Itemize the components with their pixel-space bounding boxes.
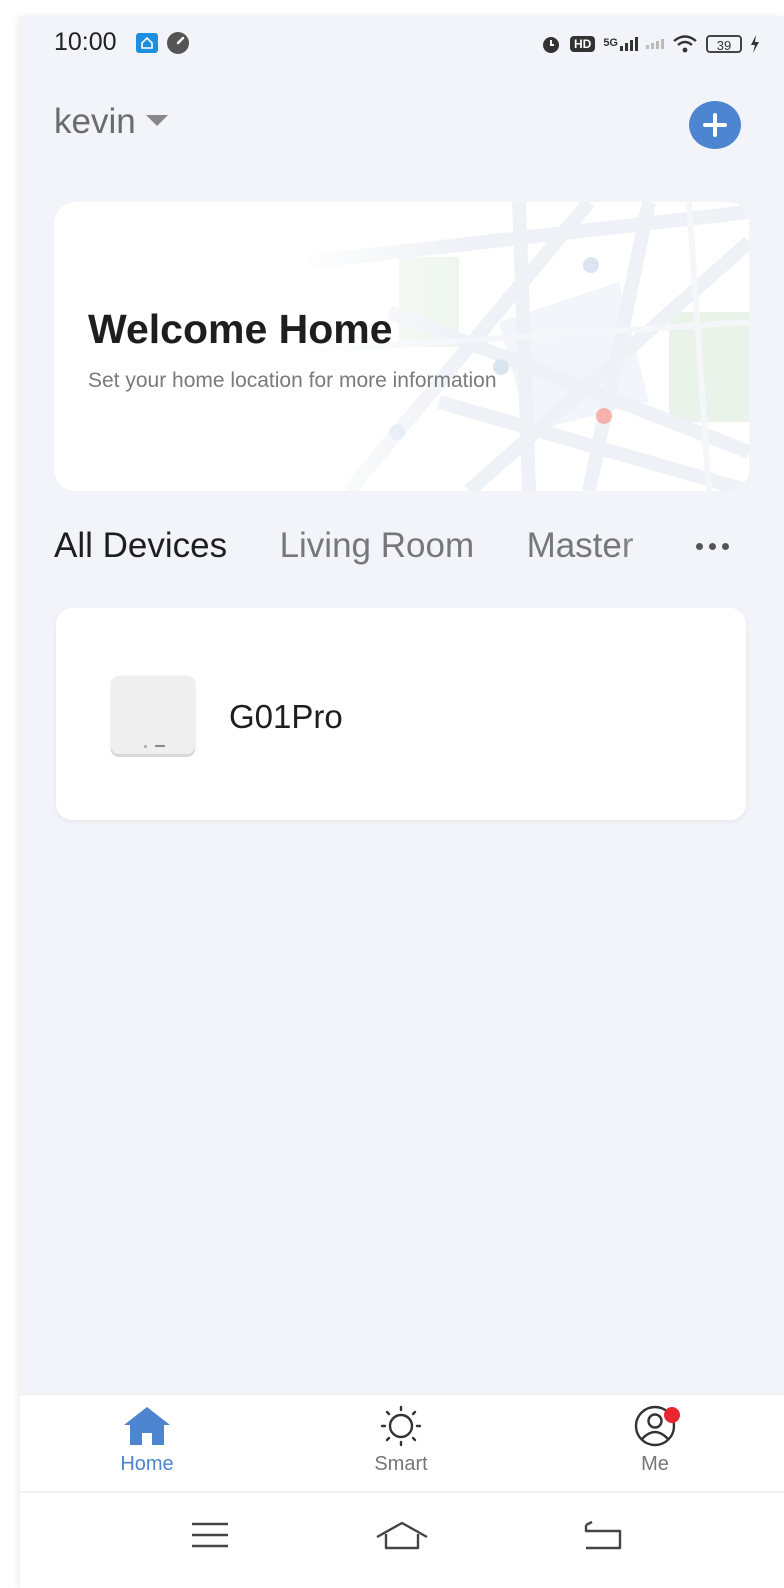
back-icon bbox=[584, 1520, 622, 1550]
nav-me[interactable]: Me bbox=[595, 1405, 715, 1489]
charging-icon bbox=[751, 35, 759, 53]
status-bar: 10:00 HD 5G 39 bbox=[20, 16, 784, 72]
app-screen: 10:00 HD 5G 39 kevin Welcome Home Set yo… bbox=[20, 16, 784, 1588]
status-time: 10:00 bbox=[54, 28, 117, 56]
menu-icon bbox=[192, 1522, 228, 1548]
chevron-down-icon bbox=[145, 114, 168, 126]
device-card[interactable]: G01Pro bbox=[56, 608, 746, 820]
system-home-icon bbox=[376, 1521, 428, 1550]
gateway-device-icon bbox=[111, 676, 195, 754]
home-name: kevin bbox=[54, 102, 136, 141]
more-dots-icon bbox=[696, 542, 703, 550]
tab-living-room[interactable]: Living Room bbox=[280, 526, 475, 566]
notification-badge bbox=[664, 1407, 680, 1423]
sun-icon bbox=[380, 1405, 422, 1447]
back-button[interactable] bbox=[572, 1513, 632, 1557]
battery-icon: 39 bbox=[706, 35, 742, 53]
welcome-card[interactable]: Welcome Home Set your home location for … bbox=[54, 202, 749, 491]
hd-icon: HD bbox=[569, 36, 596, 52]
more-dot bbox=[709, 542, 716, 550]
gauge-notification-icon bbox=[167, 32, 189, 54]
home-selector[interactable]: kevin bbox=[54, 102, 168, 142]
more-dot bbox=[722, 542, 729, 550]
room-tabs: All Devices Living Room Master bbox=[54, 526, 674, 576]
tabs-fade bbox=[620, 521, 680, 581]
network-type-label: 5G bbox=[603, 37, 618, 49]
more-rooms-button[interactable] bbox=[675, 521, 750, 571]
secondary-signal-icon bbox=[646, 39, 664, 49]
smart-home-notification-icon bbox=[136, 33, 158, 53]
home-icon bbox=[124, 1407, 170, 1445]
nav-me-label: Me bbox=[641, 1453, 669, 1475]
add-device-button[interactable] bbox=[689, 101, 741, 149]
device-slot bbox=[155, 745, 165, 747]
nav-smart[interactable]: Smart bbox=[341, 1405, 461, 1489]
system-home-button[interactable] bbox=[372, 1513, 432, 1557]
welcome-subtitle: Set your home location for more informat… bbox=[88, 369, 497, 392]
menu-button[interactable] bbox=[180, 1513, 240, 1557]
bottom-nav: Home Smart Me bbox=[20, 1394, 784, 1491]
tab-master[interactable]: Master bbox=[527, 526, 634, 566]
welcome-title: Welcome Home bbox=[88, 306, 393, 352]
cellular-signal-icon: 5G bbox=[603, 37, 638, 51]
tab-all-devices[interactable]: All Devices bbox=[54, 526, 227, 566]
device-name: G01Pro bbox=[229, 698, 343, 735]
nav-home[interactable]: Home bbox=[87, 1405, 207, 1489]
nav-home-label: Home bbox=[120, 1453, 174, 1475]
alarm-icon bbox=[542, 37, 559, 53]
nav-smart-label: Smart bbox=[374, 1453, 428, 1475]
device-led bbox=[144, 745, 147, 748]
wifi-icon bbox=[673, 35, 697, 53]
status-icons: HD 5G 39 bbox=[540, 30, 760, 58]
system-nav-bar bbox=[20, 1492, 784, 1588]
